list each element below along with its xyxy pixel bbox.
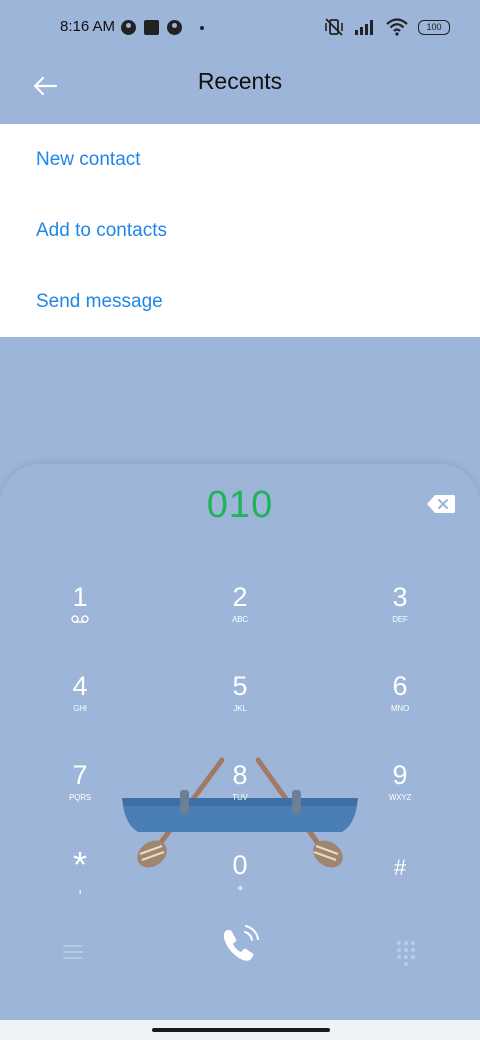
backspace-icon <box>427 495 455 513</box>
key-2[interactable]: 2 ABC <box>190 582 290 652</box>
key-8[interactable]: 8 TUV <box>190 760 290 830</box>
menu-icon <box>63 945 83 959</box>
key-3-digit: 3 <box>392 582 408 612</box>
key-6-digit: 6 <box>392 671 408 701</box>
key-7[interactable]: 7 PQRS <box>30 760 130 830</box>
key-hash-digit: # <box>393 855 407 880</box>
dialer-panel: 010 1 2 ABC 3 DEF 4 GHI 5 JKL 6 MNO 7 PQ… <box>0 464 480 1020</box>
notification-icons <box>121 20 204 35</box>
key-5-letters: JKL <box>233 704 247 713</box>
dot-icon <box>200 25 204 30</box>
system-icons: 100 <box>324 18 450 36</box>
signal-icon <box>355 20 373 35</box>
key-0-digit: 0 <box>232 850 248 880</box>
key-5-digit: 5 <box>232 671 248 701</box>
page-title: Recents <box>197 68 283 94</box>
app-bar: Recents <box>0 56 480 124</box>
key-1[interactable]: 1 <box>30 582 130 652</box>
app-notification-icon <box>121 20 136 35</box>
key-2-digit: 2 <box>232 582 248 612</box>
key-4-digit: 4 <box>72 671 88 701</box>
key-4[interactable]: 4 GHI <box>30 671 130 741</box>
key-9[interactable]: 9 WXYZ <box>350 760 450 830</box>
new-contact-item[interactable]: New contact <box>0 124 480 195</box>
add-to-contacts-item[interactable]: Add to contacts <box>0 195 480 266</box>
menu-button[interactable] <box>62 942 84 967</box>
options-menu: New contact Add to contacts Send message <box>0 124 480 337</box>
key-7-letters: PQRS <box>69 793 91 802</box>
phone-call-icon <box>223 925 259 961</box>
key-0-letters: + <box>236 881 244 895</box>
backspace-button[interactable] <box>426 492 456 516</box>
vibrate-off-icon <box>325 18 343 36</box>
key-0[interactable]: 0 + <box>190 850 290 920</box>
key-1-digit: 1 <box>72 582 88 612</box>
key-2-letters: ABC <box>232 615 248 624</box>
key-7-digit: 7 <box>72 760 88 790</box>
key-star-letters: , <box>77 879 83 896</box>
key-4-letters: GHI <box>73 704 87 713</box>
key-star-digit: * <box>72 844 87 885</box>
status-bar: 8:16 AM 100 <box>0 0 480 56</box>
key-3-letters: DEF <box>392 615 408 624</box>
key-6-letters: MNO <box>390 704 410 713</box>
key-hash[interactable]: # <box>350 850 450 920</box>
key-star[interactable]: * , <box>30 844 130 920</box>
dialpad-icon <box>396 940 416 967</box>
voicemail-icon <box>71 615 89 623</box>
call-button[interactable] <box>219 924 261 971</box>
home-indicator <box>0 1020 480 1040</box>
key-9-digit: 9 <box>392 760 408 790</box>
battery-icon: 100 <box>418 19 450 35</box>
key-8-letters: TUV <box>232 793 248 802</box>
keypad-toggle-button[interactable] <box>396 940 416 971</box>
key-8-digit: 8 <box>232 760 248 790</box>
home-gesture-bar[interactable] <box>152 1028 330 1032</box>
status-time: 8:16 AM <box>60 18 116 35</box>
send-message-item[interactable]: Send message <box>0 266 480 337</box>
key-3[interactable]: 3 DEF <box>350 582 450 652</box>
wifi-icon <box>386 18 408 36</box>
key-5[interactable]: 5 JKL <box>190 671 290 741</box>
key-6[interactable]: 6 MNO <box>350 671 450 741</box>
dialed-number: 010 <box>206 484 274 526</box>
square-notification-icon <box>144 20 159 35</box>
key-9-letters: WXYZ <box>388 793 412 802</box>
app-notification-icon <box>167 20 182 35</box>
